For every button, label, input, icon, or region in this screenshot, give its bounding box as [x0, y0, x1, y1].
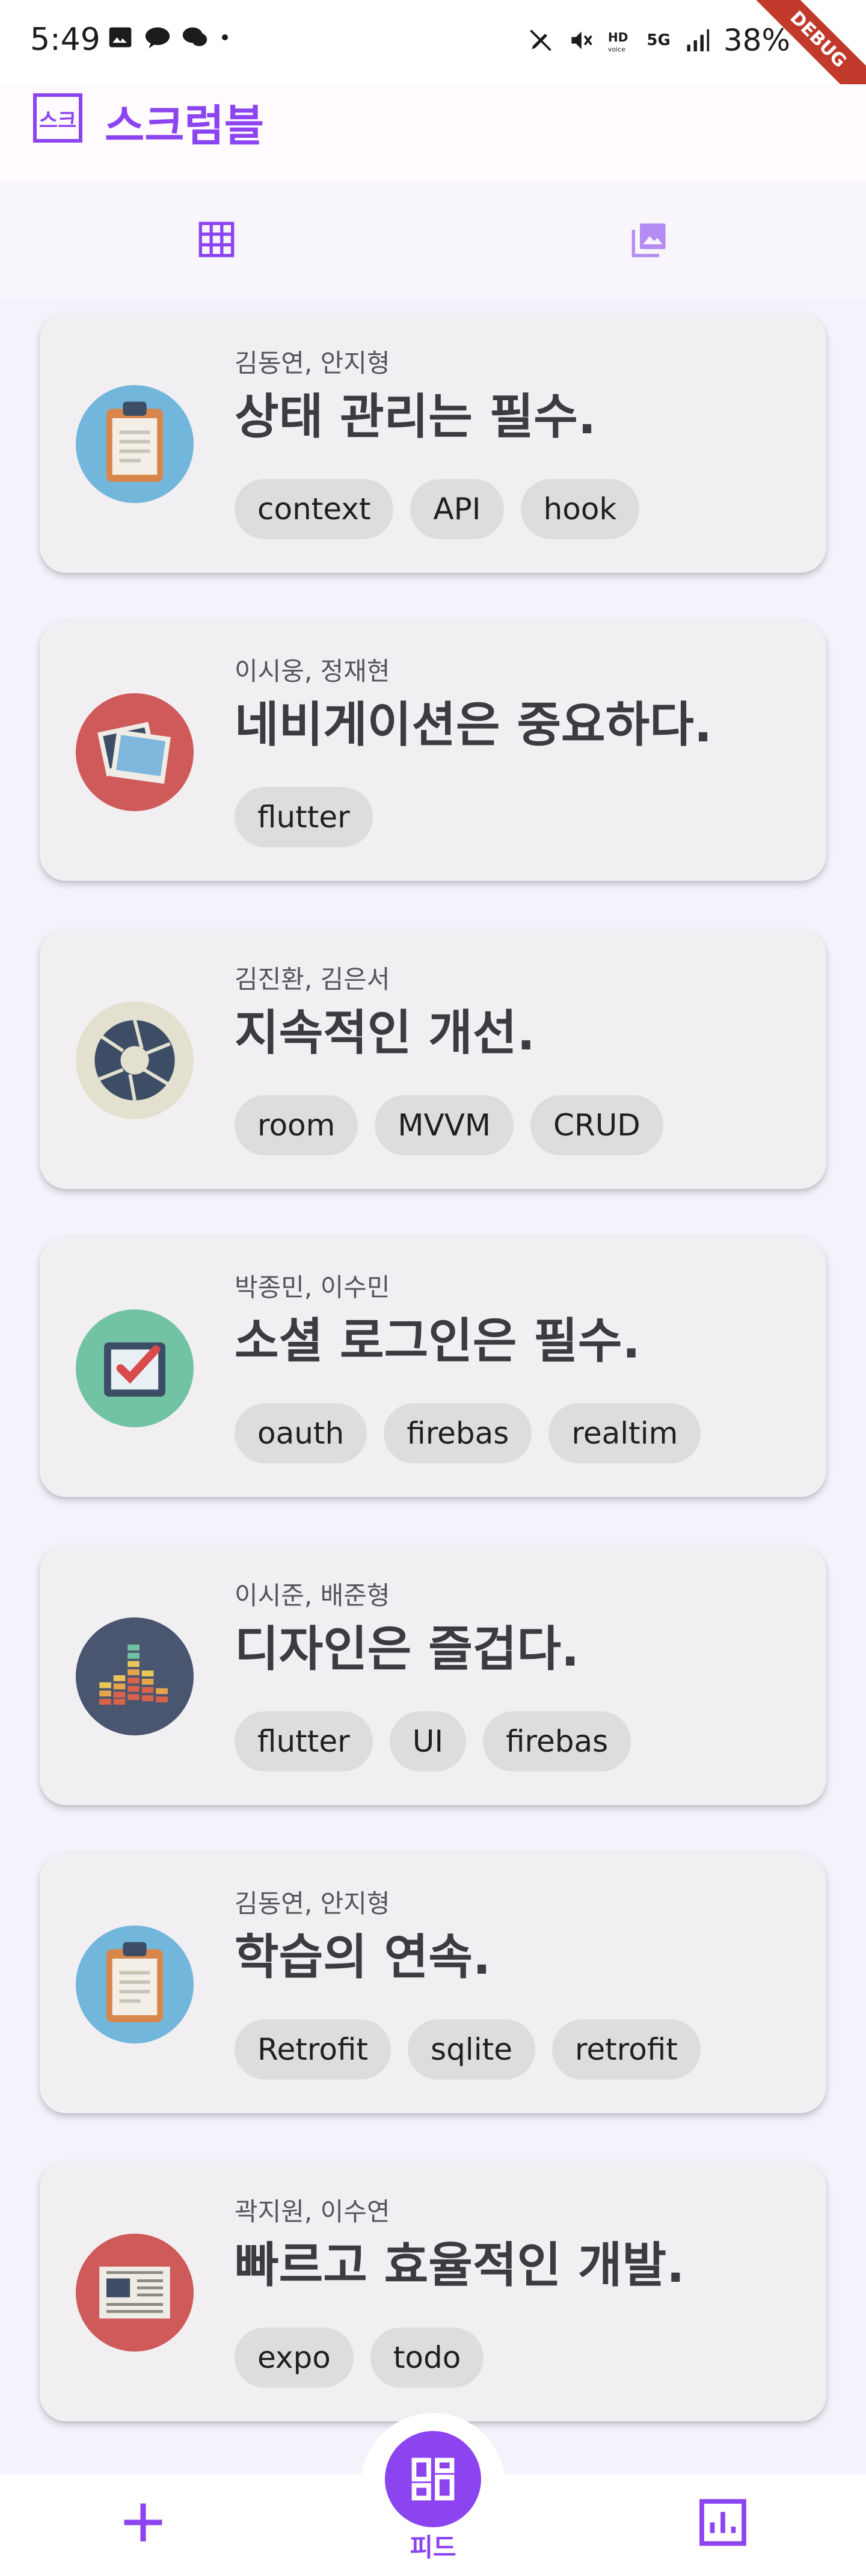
status-bar: 5:49 HD voice 5G 38% DEBUG: [0, 0, 866, 115]
notification-icons: [107, 24, 231, 51]
tag-list: Retrofit sqlite retrofit: [235, 2019, 701, 2080]
add-icon[interactable]: [118, 2497, 168, 2548]
post-title: 지속적인 개선.: [235, 1005, 535, 1061]
tag-chip[interactable]: Retrofit: [235, 2019, 392, 2080]
aperture-icon: [76, 1001, 194, 1119]
tag-chip[interactable]: expo: [235, 2327, 354, 2388]
photo-library-icon: [631, 223, 666, 258]
tag-chip[interactable]: UI: [389, 1711, 467, 1771]
feed-fab-button[interactable]: [385, 2431, 481, 2527]
tag-chip[interactable]: room: [235, 1095, 358, 1155]
bar-chart-icon[interactable]: [698, 2497, 748, 2548]
post-authors: 이시준, 배준형: [235, 1581, 390, 1610]
tag-chip[interactable]: todo: [370, 2327, 484, 2388]
post-card[interactable]: 박종민, 이수민소셜 로그인은 필수. oauth firebas realtim: [40, 1237, 826, 1497]
app-logo-text: 스크: [39, 109, 77, 133]
svg-text:HD: HD: [608, 30, 628, 45]
tag-chip[interactable]: flutter: [235, 1711, 373, 1771]
tag-list: flutter UI firebas: [235, 1711, 631, 1771]
dot-icon: [222, 34, 228, 40]
network-label: 5G: [646, 31, 671, 49]
dashboard-icon: [411, 2457, 455, 2501]
tab-gallery[interactable]: [433, 181, 866, 298]
post-card[interactable]: 김동연, 안지형상태 관리는 필수. context API hook: [40, 313, 826, 573]
post-card[interactable]: 김동연, 안지형학습의 연속. Retrofit sqlite retrofit: [40, 1853, 826, 2113]
image-icon: [109, 27, 132, 48]
tag-chip[interactable]: CRUD: [530, 1095, 663, 1155]
post-authors: 곽지원, 이수연: [235, 2197, 390, 2226]
post-title: 소셜 로그인은 필수.: [235, 1313, 640, 1369]
post-authors: 김진환, 김은서: [235, 965, 390, 994]
equalizer-icon: [76, 1617, 194, 1735]
checkbox-icon: [76, 1309, 194, 1427]
photos-icon: [76, 693, 194, 811]
post-title: 상태 관리는 필수.: [235, 389, 597, 445]
newspaper-icon: [76, 2234, 194, 2352]
post-card[interactable]: 이시웅, 정재현네비게이션은 중요하다. flutter: [40, 621, 826, 881]
post-title: 학습의 연속.: [235, 1929, 491, 1985]
tag-list: oauth firebas realtim: [235, 1403, 701, 1463]
app-bar: 스크 스크럼블: [0, 84, 866, 181]
feed-label: 피드: [410, 2533, 456, 2562]
status-time: 5:49: [30, 22, 100, 58]
edit-off-icon: [530, 29, 552, 51]
grid-icon: [198, 221, 235, 258]
tag-list: flutter: [235, 787, 373, 847]
signal-icon: [687, 29, 710, 52]
tag-chip[interactable]: retrofit: [551, 2019, 701, 2080]
tag-list: context API hook: [235, 479, 640, 539]
post-title: 빠르고 효율적인 개발.: [235, 2237, 685, 2293]
app-logo-icon: 스크: [33, 93, 82, 143]
clipboard-icon: [76, 385, 194, 503]
hd-voice-icon: HDvoice: [608, 30, 628, 54]
chat-bubbles-icon: [182, 27, 207, 46]
post-authors: 김동연, 안지형: [235, 1889, 390, 1918]
post-authors: 김동연, 안지형: [235, 348, 390, 378]
post-authors: 박종민, 이수민: [235, 1273, 390, 1302]
post-card[interactable]: 곽지원, 이수연빠르고 효율적인 개발. expo todo: [40, 2161, 826, 2421]
svg-text:voice: voice: [608, 45, 625, 53]
mute-icon: [571, 31, 593, 49]
clipboard-icon: [76, 1926, 194, 2043]
tag-chip[interactable]: API: [410, 479, 504, 539]
view-tab-bar: [0, 181, 866, 298]
post-title: 네비게이션은 중요하다.: [235, 697, 713, 753]
tag-chip[interactable]: MVVM: [375, 1095, 514, 1155]
tag-chip[interactable]: realtim: [548, 1403, 701, 1463]
tag-list: room MVVM CRUD: [235, 1095, 663, 1155]
post-authors: 이시웅, 정재현: [235, 656, 390, 686]
tag-chip[interactable]: oauth: [235, 1403, 367, 1463]
tag-chip[interactable]: firebas: [483, 1711, 631, 1771]
post-card[interactable]: 이시준, 배준형디자인은 즐겁다. flutter UI firebas: [40, 1545, 826, 1805]
tag-chip[interactable]: hook: [520, 479, 640, 539]
tag-chip[interactable]: sqlite: [408, 2019, 535, 2080]
tag-chip[interactable]: context: [235, 479, 394, 539]
battery-percent: 38%: [723, 23, 790, 58]
tag-chip[interactable]: firebas: [384, 1403, 532, 1463]
tag-chip[interactable]: flutter: [235, 787, 373, 847]
app-title: 스크럼블: [105, 100, 264, 151]
tab-grid[interactable]: [0, 181, 433, 298]
talk-icon: [145, 27, 170, 49]
tag-list: expo todo: [235, 2327, 484, 2388]
post-card[interactable]: 김진환, 김은서지속적인 개선. room MVVM CRUD: [40, 929, 826, 1189]
post-title: 디자인은 즐겁다.: [235, 1621, 580, 1677]
